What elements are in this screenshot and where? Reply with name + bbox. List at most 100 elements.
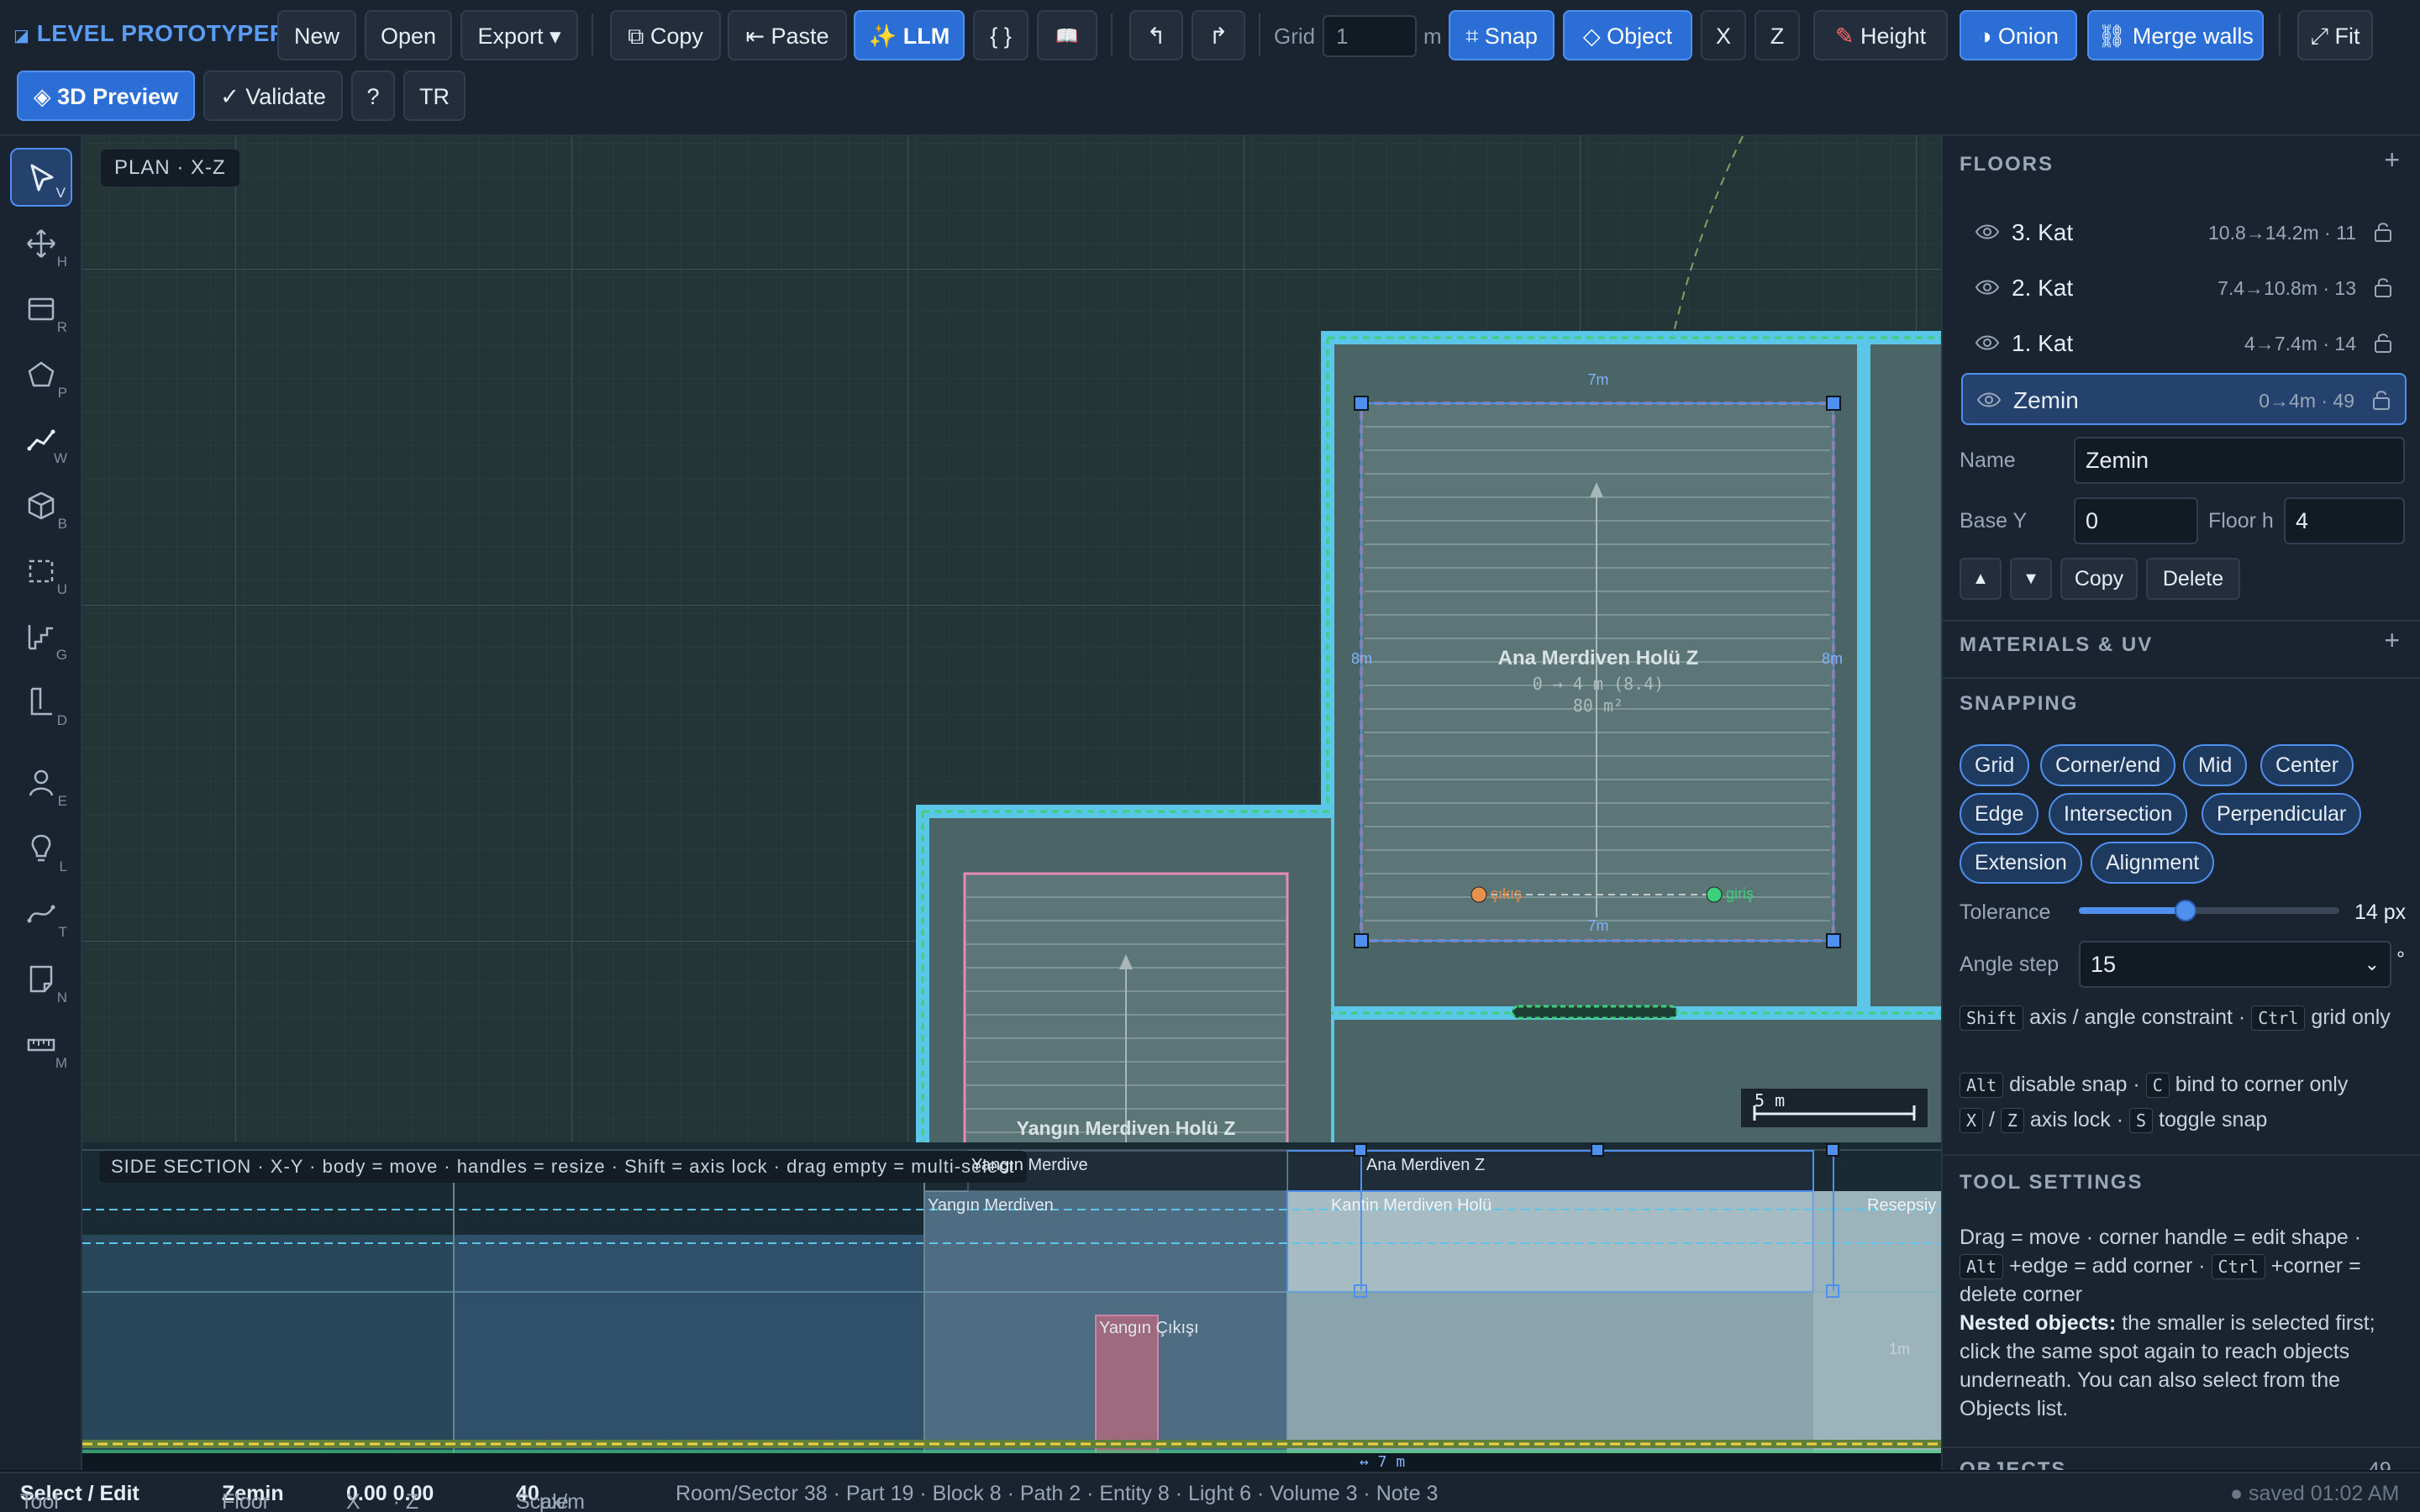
move-icon (27, 229, 55, 258)
toolbar-divider (2279, 13, 2281, 55)
tool-stairs[interactable]: G (10, 608, 72, 667)
language-button[interactable]: TR (403, 71, 466, 121)
json-button[interactable]: { } (973, 10, 1028, 60)
stair-fire[interactable] (963, 872, 1289, 1144)
height-toggle[interactable]: ✎ Height (1813, 10, 1948, 60)
section-label-1m: 1m (1889, 1341, 1911, 1357)
tool-volume[interactable]: U (10, 543, 72, 601)
eye-icon[interactable] (1975, 277, 2000, 297)
tool-rail: V H R P W B U G D E L T N M (0, 136, 82, 1470)
add-floor-button[interactable]: + (2384, 144, 2400, 176)
tool-polygon[interactable]: P (10, 346, 72, 405)
base-y-input[interactable]: 0 (2074, 497, 2198, 544)
help-button[interactable]: ? (351, 71, 395, 121)
snap-chip-corner-end[interactable]: Corner/end (2040, 744, 2176, 786)
floor-row[interactable]: 1. Kat 4→7.4m · 14 (1961, 318, 2407, 370)
door-icon (30, 687, 52, 716)
fire-stair-title: Yangın Merdiven Holü Z (1016, 1117, 1236, 1139)
redo-button[interactable]: ↱ (1192, 10, 1245, 60)
grid-size-input[interactable]: 1 (1323, 15, 1417, 57)
fit-button[interactable]: ⤢ Fit (2297, 10, 2373, 60)
status-coordinates: X 0.00 · Z 0.00 (346, 1482, 434, 1512)
snap-chip-alignment[interactable]: Alignment (2091, 842, 2215, 884)
object-toggle[interactable]: ◇ Object (1563, 10, 1692, 60)
plan-canvas[interactable]: PLAN · X-Z 7m 7m 8m 8m Ana Merdiven Holü… (82, 136, 1941, 1472)
section-label-fire-stair: Yangın Merdiven (928, 1196, 1054, 1215)
x-axis-lock[interactable]: X (1701, 10, 1746, 60)
add-material-button[interactable]: + (2384, 625, 2400, 656)
snap-chip-intersection[interactable]: Intersection (2049, 793, 2188, 835)
dim-top-label: 7m (1587, 371, 1609, 388)
section-label-main-stair-top: Ana Merdiven Z (1366, 1156, 1486, 1174)
eye-icon[interactable] (1976, 390, 2002, 410)
floor-name-input[interactable]: Zemin (2074, 437, 2405, 484)
move-floor-down-button[interactable]: ▼ (2010, 558, 2052, 600)
ruler-icon (27, 1038, 55, 1052)
tool-block[interactable]: B (10, 477, 72, 536)
tool-measure[interactable]: M (10, 1016, 72, 1075)
floor-row[interactable]: 2. Kat 7.4→10.8m · 13 (1961, 262, 2407, 314)
llm-button[interactable]: ✨ LLM (854, 10, 965, 60)
tool-door[interactable]: D (10, 674, 72, 732)
tool-note[interactable]: N (10, 951, 72, 1010)
plan-view-tag: PLAN · X-Z (101, 150, 239, 186)
docs-button[interactable]: 📖 (1037, 10, 1097, 60)
tool-wall[interactable]: W (10, 412, 72, 470)
tolerance-slider-knob[interactable] (2175, 900, 2197, 921)
wall-icon (27, 429, 55, 451)
floor-row[interactable]: 3. Kat 10.8→14.2m · 11 (1961, 207, 2407, 259)
floor-height-input[interactable]: 4 (2284, 497, 2405, 544)
snap-chip-center[interactable]: Center (2260, 744, 2354, 786)
export-button[interactable]: Export ▾ (460, 10, 578, 60)
section-label-fire-stair-top: Yangın Merdive (971, 1156, 1088, 1174)
floor-row-selected[interactable]: Zemin 0→4m · 49 (1961, 373, 2407, 425)
snap-chip-perpendicular[interactable]: Perpendicular (2202, 793, 2362, 835)
lock-icon[interactable] (2373, 220, 2393, 244)
lock-icon[interactable] (2373, 276, 2393, 299)
copy-floor-button[interactable]: Copy (2060, 558, 2138, 600)
move-floor-up-button[interactable]: ▲ (1960, 558, 2002, 600)
tolerance-slider[interactable] (2079, 900, 2339, 921)
plan-view[interactable] (82, 136, 1941, 1144)
tool-select[interactable]: V (10, 148, 72, 207)
copy-button[interactable]: ⧉ Copy (610, 10, 721, 60)
tool-room[interactable]: R (10, 281, 72, 339)
snap-toggle[interactable]: ⌗ Snap (1449, 10, 1555, 60)
onion-toggle[interactable]: ◑ Onion (1960, 10, 2077, 60)
side-section-view[interactable]: SIDE SECTION · X-Y · body = move · handl… (82, 1142, 1941, 1472)
section-view-tag: SIDE SECTION · X-Y · body = move · handl… (99, 1151, 1027, 1183)
stair-main[interactable] (1354, 396, 1841, 948)
path-icon (27, 905, 55, 923)
status-scale: Scale 40 px/m (516, 1482, 585, 1512)
tolerance-label: Tolerance (1960, 900, 2051, 924)
delete-floor-button[interactable]: Delete (2146, 558, 2240, 600)
undo-button[interactable]: ↰ (1129, 10, 1183, 60)
snap-chip-mid[interactable]: Mid (2183, 744, 2248, 786)
eye-icon[interactable] (1975, 333, 2000, 353)
grid-label: Grid (1274, 24, 1316, 49)
snap-chip-grid[interactable]: Grid (1960, 744, 2030, 786)
open-button[interactable]: Open (365, 10, 452, 60)
z-axis-lock[interactable]: Z (1754, 10, 1800, 60)
merge-walls-toggle[interactable]: ⛓ Merge walls (2087, 10, 2264, 60)
tool-light[interactable]: L (10, 820, 72, 879)
angle-unit: ° (2396, 948, 2405, 971)
validate-button[interactable]: ✓ Validate (203, 71, 343, 121)
tool-entity[interactable]: E (10, 754, 72, 813)
note-icon (29, 965, 53, 993)
3d-preview-button[interactable]: ◈ 3D Preview (17, 71, 195, 121)
new-button[interactable]: New (277, 10, 356, 60)
paste-button[interactable]: ⇤ Paste (728, 10, 847, 60)
base-y-label: Base Y (1960, 509, 2028, 533)
grid-unit: m (1423, 24, 1442, 49)
main-room-height: 0 → 4 m (8.4) (1532, 674, 1665, 694)
angle-step-select[interactable]: 15 ⌄ (2079, 941, 2391, 988)
snap-chip-edge[interactable]: Edge (1960, 793, 2039, 835)
tool-path[interactable]: T (10, 885, 72, 944)
snap-hint-3: X / Z axis lock · S toggle snap (1960, 1105, 2405, 1134)
snap-chip-extension[interactable]: Extension (1960, 842, 2082, 884)
tool-move[interactable]: H (10, 215, 72, 274)
lock-icon[interactable] (2371, 388, 2391, 412)
eye-icon[interactable] (1975, 222, 2000, 242)
lock-icon[interactable] (2373, 331, 2393, 354)
